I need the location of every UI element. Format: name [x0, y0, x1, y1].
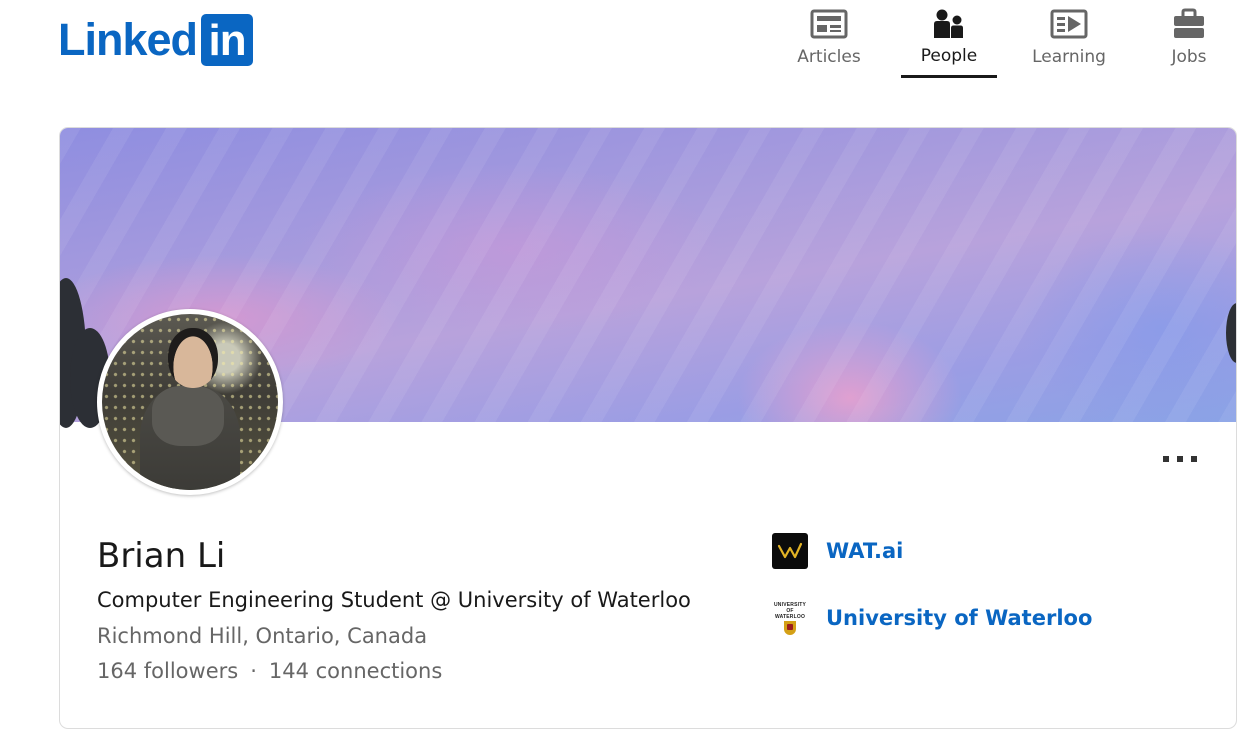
- uwaterloo-logo-text: UNIVERSITY OF WATERLOO: [773, 601, 806, 620]
- people-icon: [932, 8, 966, 44]
- org-watai[interactable]: WAT.ai: [772, 533, 903, 569]
- profile-name: Brian Li: [97, 536, 226, 576]
- followers-count: 164 followers: [97, 659, 239, 683]
- nav-learning-label: Learning: [1032, 47, 1106, 67]
- nav-jobs[interactable]: Jobs: [1150, 0, 1228, 78]
- nav-learning[interactable]: Learning: [1028, 0, 1110, 78]
- nav-articles-label: Articles: [797, 47, 861, 67]
- profile-stats: 164 followers · 144 connections: [97, 659, 442, 683]
- linkedin-logo[interactable]: Linked in: [58, 14, 254, 66]
- org-watai-name[interactable]: WAT.ai: [826, 539, 903, 563]
- connections-count: 144 connections: [268, 659, 443, 683]
- ellipsis-icon: [1163, 456, 1169, 462]
- articles-icon: [810, 8, 848, 44]
- org-uwaterloo[interactable]: UNIVERSITY OF WATERLOO University of Wat…: [772, 600, 1092, 636]
- nav-jobs-label: Jobs: [1171, 47, 1207, 67]
- watai-logo: [772, 533, 808, 569]
- learning-icon: [1050, 8, 1088, 44]
- profile-headline: Computer Engineering Student @ Universit…: [97, 588, 691, 612]
- stats-separator: ·: [250, 659, 257, 683]
- uwaterloo-logo: UNIVERSITY OF WATERLOO: [772, 600, 808, 636]
- profile-location: Richmond Hill, Ontario, Canada: [97, 624, 428, 648]
- uwaterloo-shield-icon: [784, 620, 796, 635]
- org-uwaterloo-name[interactable]: University of Waterloo: [826, 606, 1092, 630]
- profile-card: Brian Li Computer Engineering Student @ …: [59, 127, 1237, 729]
- nav-people-label: People: [920, 46, 978, 66]
- logo-wordmark: Linked: [58, 14, 198, 65]
- jobs-icon: [1172, 8, 1206, 44]
- nav-articles[interactable]: Articles: [788, 0, 870, 78]
- logo-in-box: in: [201, 14, 254, 66]
- nav-people[interactable]: People: [901, 0, 997, 78]
- more-options-button[interactable]: [1162, 450, 1198, 468]
- profile-photo[interactable]: [97, 309, 283, 495]
